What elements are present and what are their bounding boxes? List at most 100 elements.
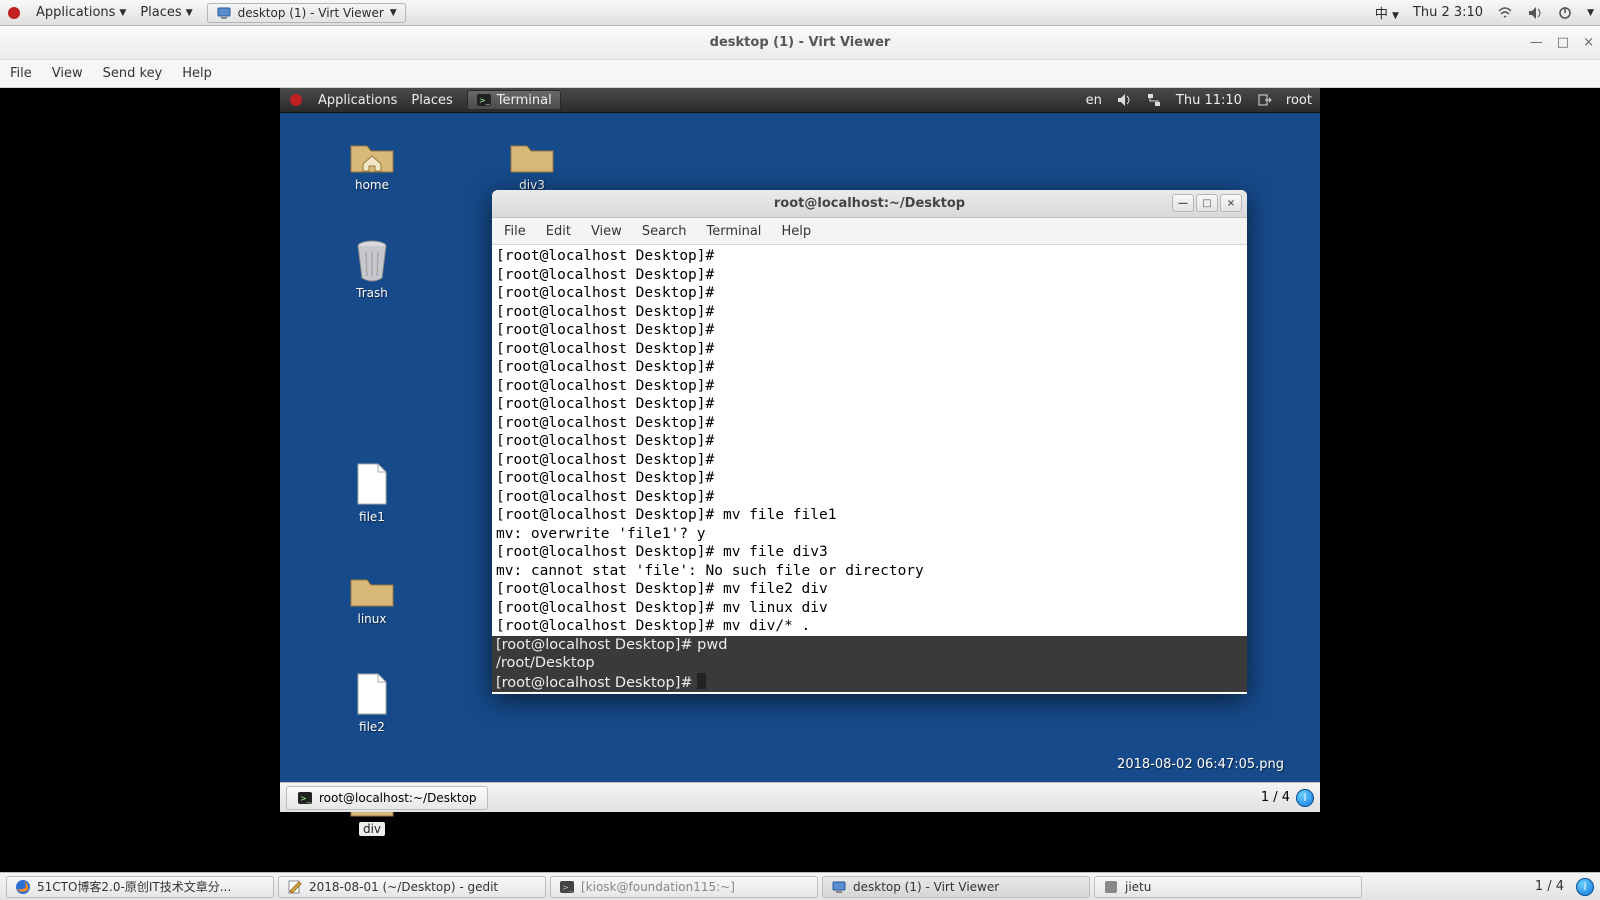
volume-icon[interactable] <box>1527 5 1543 21</box>
virt-viewer-titlebar[interactable]: desktop (1) - Virt Viewer — □ × <box>0 26 1600 60</box>
svg-text:>_: >_ <box>562 883 574 892</box>
virt-viewer-menubar: File View Send key Help <box>0 60 1600 88</box>
guest-applications-menu[interactable]: Applications <box>318 93 397 108</box>
gnome-foot-icon <box>6 5 22 21</box>
close-button[interactable]: × <box>1583 35 1594 50</box>
term-menu-help[interactable]: Help <box>781 224 811 239</box>
svg-text:>_: >_ <box>479 96 491 105</box>
desktop-icons-col1: home Trash file1 linux file2 div <box>332 136 412 836</box>
task-label: desktop (1) - Virt Viewer <box>238 6 384 20</box>
host-bottom-taskbar: 51CTO博客2.0-原创IT技术文章分... 2018-08-01 (~/De… <box>0 872 1600 900</box>
file-icon <box>354 672 390 716</box>
desktop-icon-home[interactable]: home <box>332 136 412 192</box>
task-label: desktop (1) - Virt Viewer <box>853 880 999 894</box>
folder-home-icon <box>349 136 395 174</box>
menu-label: Applications <box>36 5 115 20</box>
icon-label: file1 <box>359 510 385 524</box>
app-icon <box>1103 879 1119 895</box>
host-task-firefox[interactable]: 51CTO博客2.0-原创IT技术文章分... <box>6 876 274 898</box>
lang-indicator[interactable]: en <box>1086 93 1102 108</box>
desktop-icons-col2: div3 <box>492 136 572 192</box>
guest-task-terminal[interactable]: >_ Terminal <box>467 90 561 110</box>
task-label: 2018-08-01 (~/Desktop) - gedit <box>309 880 498 894</box>
desktop-icon-trash[interactable]: Trash <box>332 238 412 300</box>
terminal-icon: >_ <box>476 92 492 108</box>
dropdown-icon[interactable]: ▼ <box>1587 8 1594 18</box>
vv-menu-help[interactable]: Help <box>182 66 212 81</box>
power-icon[interactable] <box>1557 5 1573 21</box>
menu-label: Places <box>140 5 181 20</box>
terminal-icon: >_ <box>559 879 575 895</box>
terminal-icon: >_ <box>297 790 313 806</box>
notification-badge-icon[interactable]: i <box>1296 789 1314 807</box>
task-label: Terminal <box>497 93 552 108</box>
dropdown-icon: ▼ <box>390 8 397 18</box>
guest-clock[interactable]: Thu 11:10 <box>1176 93 1242 108</box>
host-places-menu[interactable]: Places ▼ <box>140 5 192 20</box>
host-task-virtviewer[interactable]: desktop (1) - Virt Viewer <box>822 876 1090 898</box>
logout-icon[interactable] <box>1256 92 1272 108</box>
term-menu-edit[interactable]: Edit <box>546 224 571 239</box>
terminal-close-button[interactable]: × <box>1220 194 1242 212</box>
redhat-icon <box>288 92 304 108</box>
guest-user[interactable]: root <box>1286 93 1312 108</box>
folder-icon <box>509 136 555 174</box>
firefox-icon <box>15 879 31 895</box>
guest-desktop[interactable]: Applications Places >_ Terminal en Thu 1… <box>280 88 1320 812</box>
icon-label: div <box>359 822 385 836</box>
desktop-icon-div3[interactable]: div3 <box>492 136 572 192</box>
terminal-maximize-button[interactable]: □ <box>1196 194 1218 212</box>
term-menu-search[interactable]: Search <box>642 224 687 239</box>
task-label: jietu <box>1125 880 1151 894</box>
host-task-jietu[interactable]: jietu <box>1094 876 1362 898</box>
svg-text:>_: >_ <box>300 794 312 803</box>
icon-label: linux <box>358 612 387 626</box>
minimize-button[interactable]: — <box>1530 35 1543 50</box>
vv-menu-sendkey[interactable]: Send key <box>103 66 163 81</box>
host-workspace-indicator[interactable]: 1 / 4 <box>1535 879 1564 894</box>
monitor-icon <box>216 5 232 21</box>
terminal-titlebar[interactable]: root@localhost:~/Desktop — □ × <box>492 190 1247 218</box>
gedit-icon <box>287 879 303 895</box>
desktop-icon-linux[interactable]: linux <box>332 570 412 626</box>
trash-icon <box>352 238 392 282</box>
terminal-body[interactable]: [root@localhost Desktop]# [root@localhos… <box>492 245 1247 694</box>
icon-label: Trash <box>356 286 388 300</box>
term-menu-terminal[interactable]: Terminal <box>706 224 761 239</box>
desktop-icon-screenshot-label[interactable]: 2018-08-02 06:47:05.png <box>1117 757 1284 772</box>
host-clock[interactable]: Thu 2 3:10 <box>1413 5 1483 20</box>
host-applications-menu[interactable]: Applications ▼ <box>36 5 126 20</box>
guest-task-terminal[interactable]: >_ root@localhost:~/Desktop <box>286 786 488 810</box>
vv-menu-file[interactable]: File <box>10 66 32 81</box>
task-label: root@localhost:~/Desktop <box>319 791 477 805</box>
host-task-kiosk-terminal[interactable]: >_ [kiosk@foundation115:~] <box>550 876 818 898</box>
virt-viewer-chrome: desktop (1) - Virt Viewer — □ × File Vie… <box>0 26 1600 88</box>
terminal-title: root@localhost:~/Desktop <box>774 196 965 211</box>
host-task-virtviewer[interactable]: desktop (1) - Virt Viewer ▼ <box>207 3 406 23</box>
host-task-gedit[interactable]: 2018-08-01 (~/Desktop) - gedit <box>278 876 546 898</box>
desktop-icon-file2[interactable]: file2 <box>332 672 412 734</box>
icon-label: home <box>355 178 389 192</box>
guest-bottom-taskbar: >_ root@localhost:~/Desktop 1 / 4 i <box>280 782 1320 812</box>
host-top-panel: Applications ▼ Places ▼ desktop (1) - Vi… <box>0 0 1600 26</box>
desktop-icon-file1[interactable]: file1 <box>332 462 412 524</box>
notification-badge-icon[interactable]: i <box>1576 878 1594 896</box>
vv-menu-view[interactable]: View <box>52 66 83 81</box>
term-menu-file[interactable]: File <box>504 224 526 239</box>
guest-top-panel: Applications Places >_ Terminal en Thu 1… <box>280 88 1320 113</box>
guest-places-menu[interactable]: Places <box>411 93 452 108</box>
term-menu-view[interactable]: View <box>591 224 622 239</box>
window-title: desktop (1) - Virt Viewer <box>710 35 891 50</box>
wifi-icon[interactable] <box>1497 5 1513 21</box>
file-icon <box>354 462 390 506</box>
terminal-minimize-button[interactable]: — <box>1172 194 1194 212</box>
ime-indicator[interactable]: 中 ▼ <box>1375 3 1399 22</box>
network-icon[interactable] <box>1146 92 1162 108</box>
workspace-indicator[interactable]: 1 / 4 <box>1261 790 1290 805</box>
task-label: [kiosk@foundation115:~] <box>581 880 735 894</box>
maximize-button[interactable]: □ <box>1557 35 1569 50</box>
dropdown-icon: ▼ <box>186 8 193 18</box>
volume-icon[interactable] <box>1116 92 1132 108</box>
monitor-icon <box>831 879 847 895</box>
terminal-window[interactable]: root@localhost:~/Desktop — □ × File Edit… <box>492 190 1247 694</box>
